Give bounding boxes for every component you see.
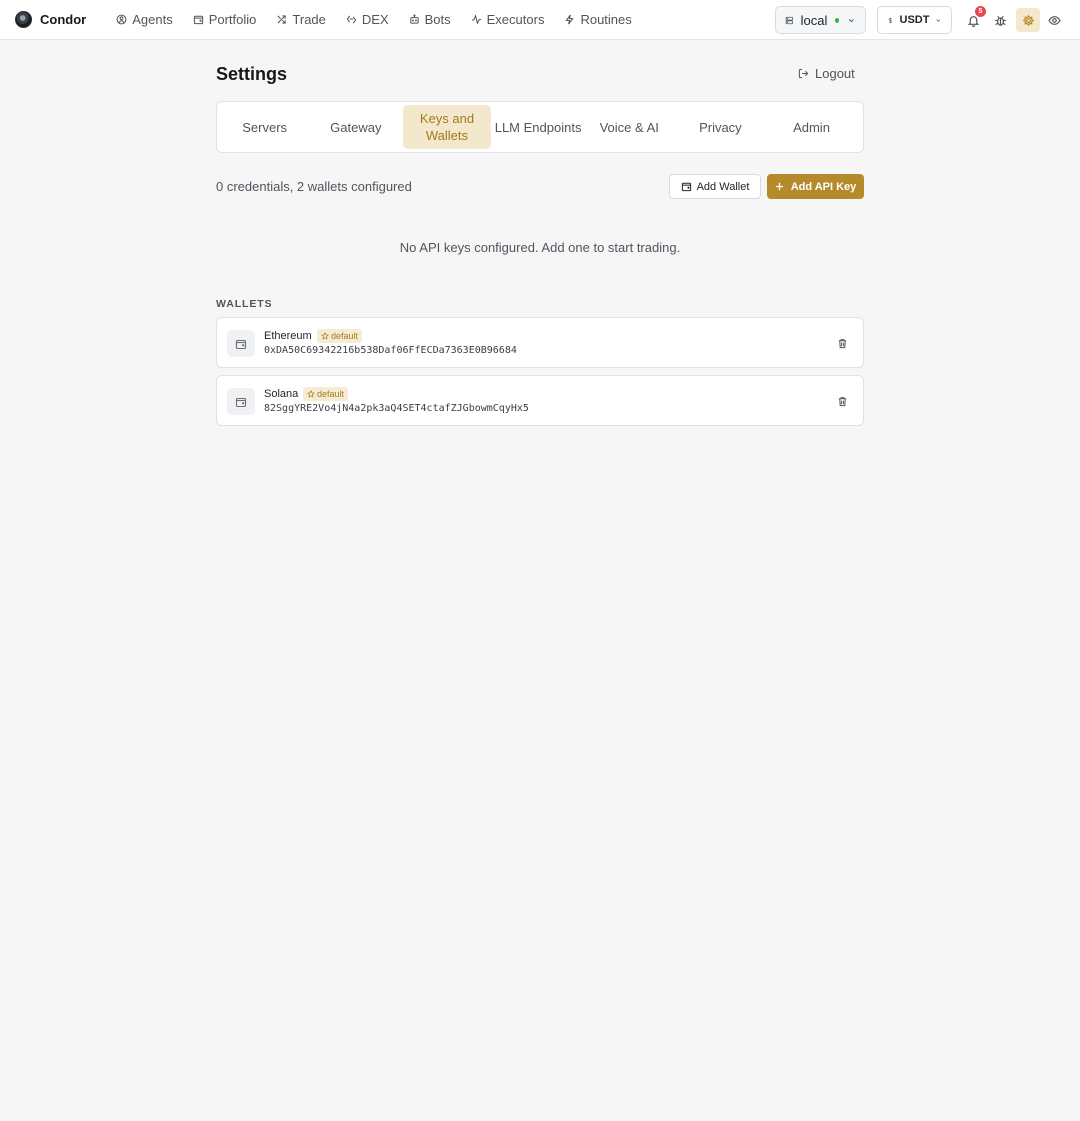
settings-tabs: Servers Gateway Keys and Wallets LLM End… [216, 101, 864, 153]
wallet-card-ethereum: Ethereum default 0xDA50C69342216b538Daf0… [216, 317, 864, 368]
chevron-down-icon [849, 18, 855, 22]
currency-label: USDT [899, 14, 930, 26]
tab-gateway[interactable]: Gateway [312, 105, 399, 149]
eye-icon [1047, 15, 1061, 25]
logout-button[interactable]: Logout [798, 66, 855, 81]
trash-icon [838, 396, 846, 406]
default-badge-label: default [317, 389, 345, 399]
tab-admin[interactable]: Admin [768, 105, 855, 149]
bug-icon [994, 15, 1006, 26]
nav-item-executors[interactable]: Executors [471, 12, 545, 27]
main-nav: Agents Portfolio Trade DEX Bots Executor… [116, 12, 652, 27]
chevron-down-icon [936, 18, 941, 22]
wallet-address: 82SggYRE2Vo4jN4a2pk3aQ4SET4ctafZJGbowmCq… [264, 403, 529, 414]
wallet-icon [235, 397, 247, 407]
bolt-icon [565, 14, 575, 25]
wallet-chain-name: Solana [264, 388, 299, 400]
nav-item-routines[interactable]: Routines [564, 12, 632, 27]
currency-selector[interactable]: USDT [877, 6, 952, 34]
wallet-chain-name: Ethereum [264, 330, 312, 342]
wallet-card-solana: Solana default 82SggYRE2Vo4jN4a2pk3aQ4SE… [216, 375, 864, 426]
star-icon [307, 390, 315, 398]
top-navbar: Condor Agents Portfolio Trade DEX Bots E… [0, 0, 1080, 40]
logout-icon [798, 68, 809, 79]
dollar-icon [888, 17, 892, 23]
tab-servers[interactable]: Servers [221, 105, 308, 149]
add-wallet-label: Add Wallet [696, 180, 750, 193]
wallet-avatar [227, 388, 255, 415]
default-badge: default [317, 329, 363, 343]
tab-llm-endpoints[interactable]: LLM Endpoints [494, 105, 582, 149]
nav-item-label: Executors [486, 12, 545, 27]
nav-item-agents[interactable]: Agents [116, 12, 173, 27]
nav-item-label: Bots [424, 12, 451, 27]
nav-item-portfolio[interactable]: Portfolio [193, 12, 257, 27]
nav-item-dex[interactable]: DEX [346, 12, 389, 27]
page-title: Settings [216, 64, 288, 84]
nav-item-label: Portfolio [208, 12, 257, 27]
plus-icon [775, 182, 783, 191]
credentials-summary: 0 credentials, 2 wallets configured [216, 179, 412, 194]
wallet-address: 0xDA50C69342216b538Daf06FfECDa7363E0B966… [264, 345, 517, 356]
tab-voice-ai[interactable]: Voice & AI [586, 105, 673, 149]
default-badge-label: default [331, 331, 359, 341]
delete-wallet-button[interactable] [835, 394, 849, 408]
add-wallet-button[interactable]: Add Wallet [669, 174, 761, 199]
nav-item-bots[interactable]: Bots [409, 12, 451, 27]
server-status-dot [835, 17, 840, 23]
notifications-button[interactable]: 5 [962, 6, 986, 31]
tab-privacy[interactable]: Privacy [677, 105, 764, 149]
server-label: local [800, 12, 828, 28]
nav-item-label: Agents [132, 12, 173, 27]
wallet-icon [681, 182, 691, 192]
add-api-key-label: Add API Key [790, 180, 857, 193]
server-icon [785, 16, 793, 24]
wallet-icon [193, 15, 203, 25]
wallet-avatar [227, 330, 255, 357]
debug-button[interactable] [989, 9, 1011, 31]
api-keys-empty-message: No API keys configured. Add one to start… [399, 240, 681, 255]
delete-wallet-button[interactable] [835, 336, 849, 350]
dex-icon [346, 15, 357, 24]
brand[interactable]: Condor [15, 11, 86, 28]
default-badge: default [303, 387, 349, 401]
nav-item-trade[interactable]: Trade [276, 12, 326, 27]
tab-keys-and-wallets[interactable]: Keys and Wallets [403, 105, 491, 149]
wallet-icon [235, 339, 247, 349]
trade-icon [277, 15, 287, 24]
gear-icon [1022, 14, 1034, 26]
activity-icon [471, 14, 481, 25]
server-selector[interactable]: local [775, 6, 866, 34]
notification-count-badge: 5 [975, 6, 986, 17]
nav-item-label: Trade [292, 12, 326, 27]
nav-item-label: DEX [361, 12, 389, 27]
app-name: Condor [40, 12, 87, 27]
logout-label: Logout [815, 66, 855, 81]
wallets-section-label: WALLETS [216, 298, 273, 310]
trash-icon [838, 338, 846, 348]
nav-item-label: Routines [580, 12, 632, 27]
agents-icon [116, 14, 127, 25]
add-api-key-button[interactable]: Add API Key [767, 174, 864, 199]
bot-icon [409, 14, 419, 24]
star-icon [321, 332, 329, 340]
condor-logo [15, 11, 32, 28]
settings-button[interactable] [1016, 8, 1040, 32]
visibility-toggle[interactable] [1043, 9, 1065, 31]
